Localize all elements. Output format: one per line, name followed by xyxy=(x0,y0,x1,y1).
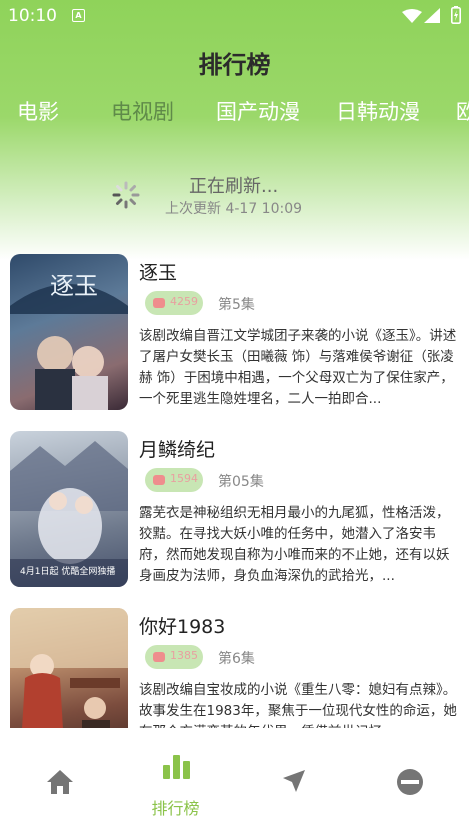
profile-icon xyxy=(397,769,423,795)
heat-count: 1594 xyxy=(170,472,198,485)
tab-western[interactable]: 欧 xyxy=(456,96,469,126)
tab-tv-series[interactable]: 电视剧 xyxy=(111,96,174,126)
signal-icon xyxy=(424,8,440,23)
item-description: 该剧改编自晋江文学城团子来袭的小说《逐玉》。讲述了屠户女樊长玉（田曦薇 饰）与落… xyxy=(139,328,457,407)
nav-ranking-label: 排行榜 xyxy=(151,799,200,818)
heat-icon xyxy=(153,298,165,308)
episode-label: 第05集 xyxy=(218,474,264,490)
page-title: 排行榜 xyxy=(198,51,271,79)
send-icon xyxy=(283,770,305,792)
ranking-icon xyxy=(163,755,190,779)
accessibility-a-icon: A xyxy=(72,9,85,22)
status-time: 10:10 xyxy=(8,6,57,26)
ranking-list[interactable]: 逐玉 逐玉 4259 第5集 该剧改编自晋江文学城团子来袭的小说《逐玉》。讲述了… xyxy=(0,246,469,728)
item-title: 你好1983 xyxy=(139,616,226,638)
tab-movie[interactable]: 电影 xyxy=(17,96,59,126)
heat-badge: 1385 xyxy=(145,645,203,669)
nav-ranking[interactable]: 排行榜 xyxy=(117,735,234,833)
episode-label: 第6集 xyxy=(218,651,255,667)
item-description: 露芜衣是神秘组织无相月最小的九尾狐，性格活泼，狡黠。在寻找大妖小唯的任务中，她潜… xyxy=(139,505,450,584)
bottom-navigation: 排行榜 xyxy=(0,735,469,833)
refresh-status-text: 正在刷新... xyxy=(189,176,279,197)
heat-count: 4259 xyxy=(170,295,198,308)
battery-icon xyxy=(451,6,461,24)
item-title: 逐玉 xyxy=(139,262,178,284)
status-bar: 10:10 A xyxy=(0,0,469,32)
nav-send[interactable] xyxy=(234,735,351,833)
wifi-icon xyxy=(402,9,422,23)
tab-jp-kr-anime[interactable]: 日韩动漫 xyxy=(336,96,420,126)
heat-icon xyxy=(153,652,165,662)
heat-badge: 4259 xyxy=(145,291,203,315)
item-title: 月鳞绮纪 xyxy=(139,439,216,461)
episode-label: 第5集 xyxy=(218,297,255,313)
home-icon xyxy=(47,770,73,794)
nav-home[interactable] xyxy=(0,735,117,833)
heat-count: 1385 xyxy=(170,649,198,662)
list-item[interactable]: 4月1日起 优酷全网独播 月鳞绮纪 1594 第05集 露芜衣是神秘组织无相月最… xyxy=(0,423,469,593)
list-item[interactable]: 逐玉 逐玉 4259 第5集 该剧改编自晋江文学城团子来袭的小说《逐玉》。讲述了… xyxy=(0,246,469,416)
poster-image: 4月1日起 优酷全网独播 xyxy=(10,431,128,587)
poster-image xyxy=(10,608,128,728)
category-tabs: 电影 电视剧 国产动漫 日韩动漫 欧 xyxy=(0,96,469,130)
poster-image: 逐玉 xyxy=(10,254,128,410)
last-updated-text: 上次更新 4-17 10:09 xyxy=(165,201,303,217)
poster-title-text: 逐玉 xyxy=(50,272,98,300)
list-item[interactable]: 你好1983 1385 第6集 该剧改编自宝妆成的小说《重生八零：媳妇有点辣》。… xyxy=(0,600,469,728)
tab-chinese-anime[interactable]: 国产动漫 xyxy=(216,96,300,126)
header-background xyxy=(0,0,469,260)
loading-spinner-icon xyxy=(112,181,140,209)
poster-caption-text: 4月1日起 优酷全网独播 xyxy=(20,567,116,577)
heat-icon xyxy=(153,475,165,485)
item-description: 该剧改编自宝妆成的小说《重生八零：媳妇有点辣》。故事发生在1983年，聚焦于一位… xyxy=(139,682,457,728)
nav-profile[interactable] xyxy=(351,735,468,833)
heat-badge: 1594 xyxy=(145,468,203,492)
